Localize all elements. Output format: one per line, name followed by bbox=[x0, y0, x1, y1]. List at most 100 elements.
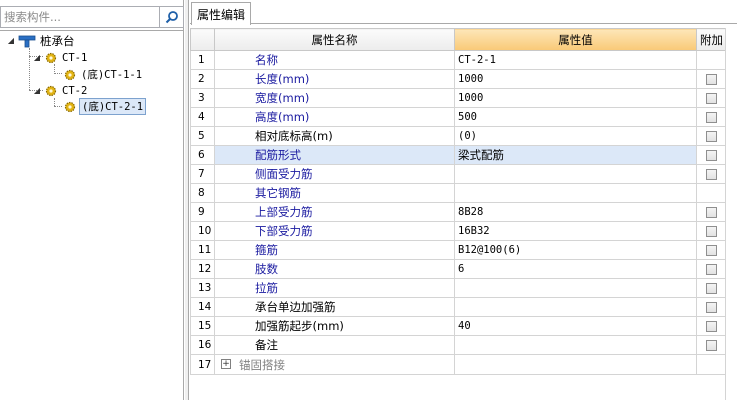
tree-item-label: CT-1 bbox=[62, 51, 88, 64]
table-row[interactable]: 11 箍筋 B12@100(6) bbox=[190, 240, 726, 260]
tree-item-label: CT-2 bbox=[62, 84, 88, 97]
property-value[interactable] bbox=[454, 164, 697, 184]
extra-cell bbox=[696, 354, 726, 375]
extra-checkbox[interactable] bbox=[705, 283, 717, 294]
property-name: 肢数 bbox=[214, 259, 455, 279]
property-value[interactable] bbox=[454, 335, 697, 355]
tab-property-edit[interactable]: 属性编辑 bbox=[191, 2, 252, 25]
property-value[interactable]: 1000 bbox=[454, 88, 697, 108]
tree-node-root[interactable]: ◢ 桩承台 bbox=[6, 32, 77, 49]
extra-cell bbox=[696, 335, 726, 355]
extra-cell bbox=[696, 240, 726, 260]
tree-node-ct-1[interactable]: ◢ CT-1 bbox=[32, 49, 89, 66]
extra-checkbox[interactable] bbox=[705, 74, 717, 85]
tree-node-ct-1-1[interactable]: (底)CT-1-1 bbox=[64, 66, 144, 83]
extra-checkbox[interactable] bbox=[705, 321, 717, 332]
collapse-arrow-icon[interactable]: ◢ bbox=[32, 53, 42, 62]
property-name: 加强筋起步(mm) bbox=[214, 316, 455, 336]
property-value[interactable] bbox=[454, 183, 697, 203]
collapse-arrow-icon[interactable]: ◢ bbox=[32, 86, 42, 95]
header-property-name[interactable]: 属性名称 bbox=[214, 28, 455, 51]
property-value[interactable] bbox=[454, 297, 697, 317]
header-corner bbox=[190, 28, 215, 51]
table-row[interactable]: 8 其它钢筋 bbox=[190, 183, 726, 203]
extra-cell bbox=[696, 278, 726, 298]
expand-plus-icon[interactable]: + bbox=[221, 359, 231, 369]
property-value[interactable]: (0) bbox=[454, 126, 697, 146]
tree-node-ct-2-1[interactable]: (底)CT-2-1 bbox=[64, 98, 147, 115]
property-value[interactable]: 500 bbox=[454, 107, 697, 127]
property-name: 宽度(mm) bbox=[214, 88, 455, 108]
extra-checkbox[interactable] bbox=[705, 302, 717, 313]
table-row[interactable]: 2 长度(mm) 1000 bbox=[190, 69, 726, 89]
search-icon bbox=[165, 11, 178, 24]
row-number: 9 bbox=[190, 202, 215, 222]
property-group-name[interactable]: + 锚固搭接 bbox=[214, 354, 455, 375]
extra-cell bbox=[696, 316, 726, 336]
extra-checkbox[interactable] bbox=[705, 93, 717, 104]
row-number: 7 bbox=[190, 164, 215, 184]
table-row[interactable]: 14 承台单边加强筋 bbox=[190, 297, 726, 317]
property-value[interactable]: CT-2-1 bbox=[454, 50, 697, 70]
table-row[interactable]: 7 侧面受力筋 bbox=[190, 164, 726, 184]
table-row[interactable]: 1 名称 CT-2-1 bbox=[190, 50, 726, 70]
collapse-arrow-icon[interactable]: ◢ bbox=[6, 36, 16, 45]
table-row[interactable]: 15 加强筋起步(mm) 40 bbox=[190, 316, 726, 336]
grid-right-edge bbox=[725, 28, 726, 400]
extra-checkbox[interactable] bbox=[705, 340, 717, 351]
property-value[interactable]: 梁式配筋 bbox=[454, 145, 697, 165]
property-value[interactable] bbox=[454, 278, 697, 298]
extra-checkbox[interactable] bbox=[705, 264, 717, 275]
row-number: 14 bbox=[190, 297, 215, 317]
table-row[interactable]: 9 上部受力筋 8B28 bbox=[190, 202, 726, 222]
property-value[interactable]: 40 bbox=[454, 316, 697, 336]
header-extra[interactable]: 附加 bbox=[696, 28, 726, 51]
property-value bbox=[454, 354, 697, 375]
tab-bar: 属性编辑 bbox=[190, 0, 737, 25]
property-name: 下部受力筋 bbox=[214, 221, 455, 241]
row-number: 13 bbox=[190, 278, 215, 298]
extra-checkbox[interactable] bbox=[705, 207, 717, 218]
tree-guide bbox=[54, 73, 62, 74]
property-value[interactable]: B12@100(6) bbox=[454, 240, 697, 260]
search-button[interactable] bbox=[160, 6, 184, 28]
extra-cell bbox=[696, 183, 726, 203]
table-row-selected[interactable]: 6 配筋形式 梁式配筋 bbox=[190, 145, 726, 165]
panel-splitter[interactable] bbox=[185, 0, 189, 400]
table-row-group[interactable]: 17 + 锚固搭接 bbox=[190, 354, 726, 375]
extra-checkbox[interactable] bbox=[705, 169, 717, 180]
table-row[interactable]: 10 下部受力筋 16B32 bbox=[190, 221, 726, 241]
header-property-value[interactable]: 属性值 bbox=[454, 28, 697, 51]
extra-cell bbox=[696, 69, 726, 89]
property-name: 上部受力筋 bbox=[214, 202, 455, 222]
table-row[interactable]: 3 宽度(mm) 1000 bbox=[190, 88, 726, 108]
tree-node-ct-2[interactable]: ◢ CT-2 bbox=[32, 82, 89, 99]
extra-checkbox[interactable] bbox=[705, 226, 717, 237]
extra-cell bbox=[696, 202, 726, 222]
property-value[interactable]: 6 bbox=[454, 259, 697, 279]
property-name: 承台单边加强筋 bbox=[214, 297, 455, 317]
row-number: 12 bbox=[190, 259, 215, 279]
table-row[interactable]: 13 拉筋 bbox=[190, 278, 726, 298]
property-value[interactable]: 8B28 bbox=[454, 202, 697, 222]
property-value[interactable]: 16B32 bbox=[454, 221, 697, 241]
property-group-label: 锚固搭接 bbox=[239, 357, 285, 372]
tree-guide bbox=[54, 106, 62, 107]
property-name: 配筋形式 bbox=[214, 145, 455, 165]
extra-checkbox[interactable] bbox=[705, 131, 717, 142]
property-value[interactable]: 1000 bbox=[454, 69, 697, 89]
row-number: 2 bbox=[190, 69, 215, 89]
extra-checkbox[interactable] bbox=[705, 150, 717, 161]
property-grid: 属性名称 属性值 附加 1 名称 CT-2-1 2 长度(mm) 1000 3 … bbox=[190, 28, 726, 375]
extra-checkbox[interactable] bbox=[705, 112, 717, 123]
property-name: 备注 bbox=[214, 335, 455, 355]
search-input[interactable] bbox=[0, 6, 160, 28]
table-row[interactable]: 4 高度(mm) 500 bbox=[190, 107, 726, 127]
extra-checkbox[interactable] bbox=[705, 245, 717, 256]
row-number: 15 bbox=[190, 316, 215, 336]
tree-separator bbox=[0, 30, 184, 31]
property-name: 高度(mm) bbox=[214, 107, 455, 127]
table-row[interactable]: 16 备注 bbox=[190, 335, 726, 355]
table-row[interactable]: 5 相对底标高(m) (0) bbox=[190, 126, 726, 146]
table-row[interactable]: 12 肢数 6 bbox=[190, 259, 726, 279]
